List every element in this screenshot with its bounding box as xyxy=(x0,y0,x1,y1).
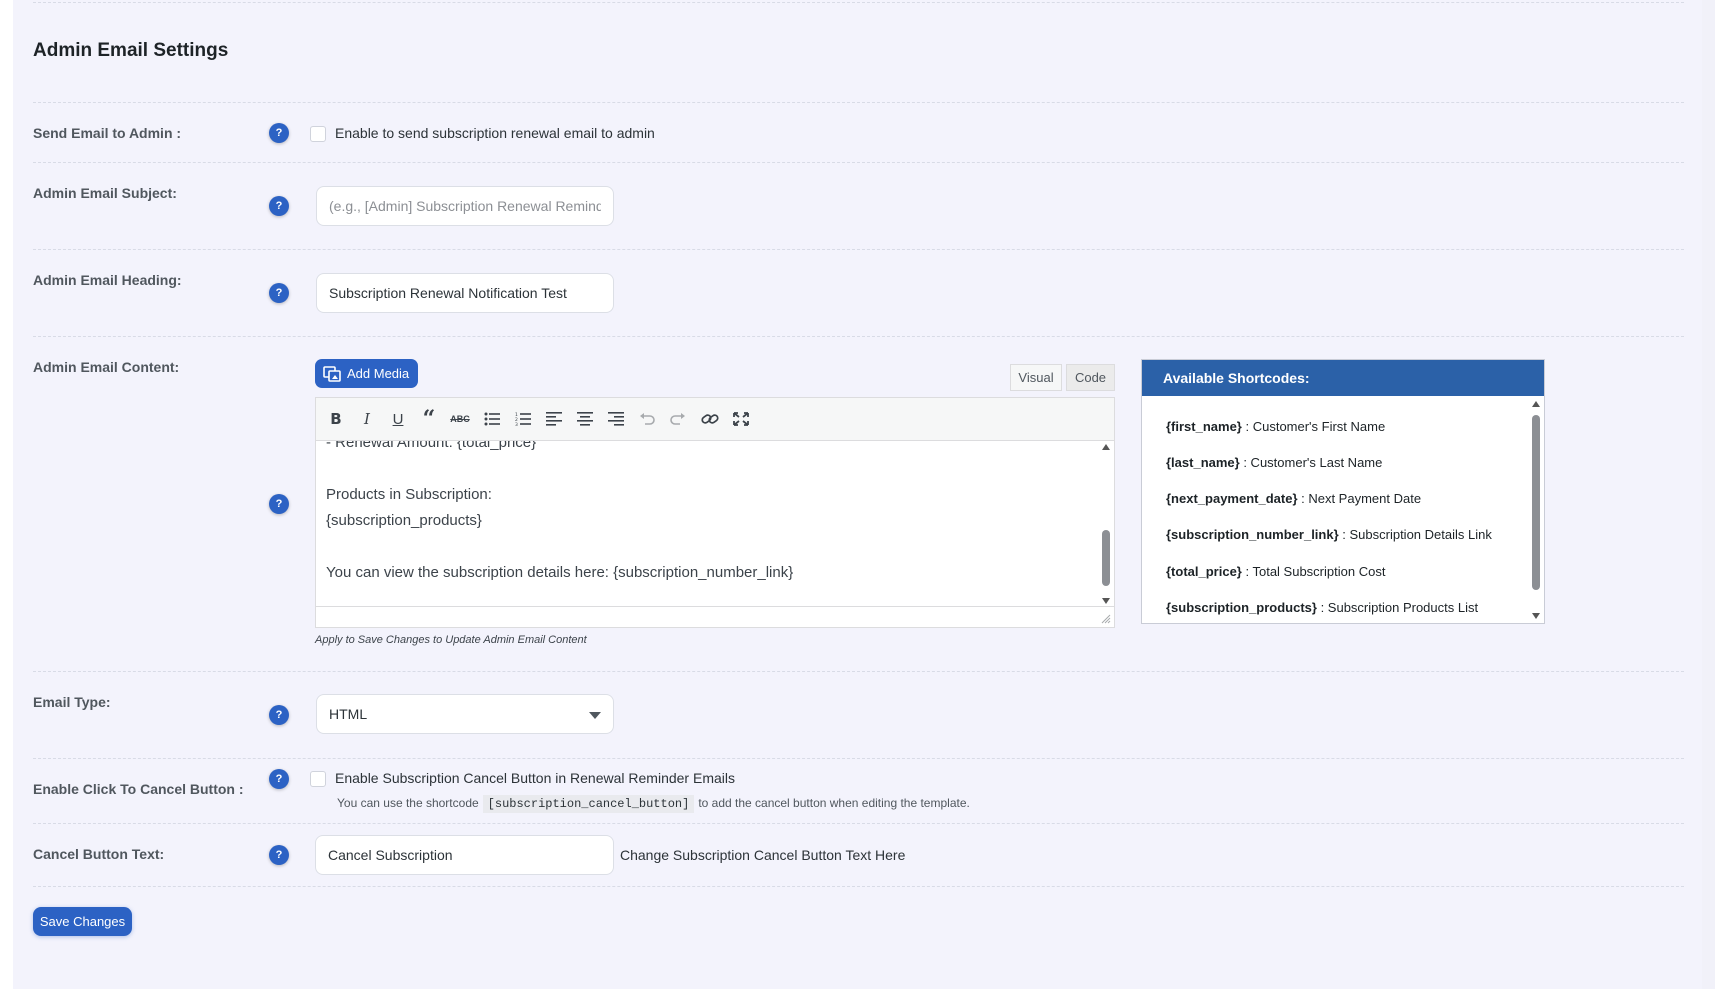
align-left-icon[interactable] xyxy=(541,406,567,432)
divider xyxy=(33,336,1684,337)
numbered-list-icon[interactable]: 123 xyxy=(510,406,536,432)
help-icon[interactable]: ? xyxy=(269,123,289,143)
bold-icon[interactable]: B xyxy=(323,406,349,432)
available-shortcodes-panel: Available Shortcodes: {first_name} : Cus… xyxy=(1141,359,1545,624)
cancel-shortcode-hint: You can use the shortcode [subscription_c… xyxy=(337,795,970,813)
shortcode-item: {subscription_products} : Subscription P… xyxy=(1166,600,1479,615)
email-content-editor[interactable]: B I U “ ABC 123 - Renewal Amount: {total… xyxy=(315,397,1115,628)
shortcode-item: {total_price} : Total Subscription Cost xyxy=(1166,564,1386,579)
tab-code[interactable]: Code xyxy=(1066,364,1115,391)
blockquote-icon[interactable]: “ xyxy=(416,406,442,432)
cancel-button-text-hint: Change Subscription Cancel Button Text H… xyxy=(620,847,906,863)
shortcode-item: {next_payment_date} : Next Payment Date xyxy=(1166,491,1422,506)
strikethrough-icon[interactable]: ABC xyxy=(447,406,473,432)
help-icon[interactable]: ? xyxy=(269,196,289,216)
divider xyxy=(33,823,1684,824)
editor-toolbar: B I U “ ABC 123 xyxy=(316,398,1114,441)
shortcode-item: {first_name} : Customer's First Name xyxy=(1166,419,1386,434)
divider xyxy=(33,886,1684,887)
editor-content-area[interactable]: - Renewal Amount: {total_price} Products… xyxy=(316,441,1098,607)
email-type-selected-value: HTML xyxy=(329,706,368,722)
shortcodes-scroll-thumb[interactable] xyxy=(1532,415,1540,590)
email-type-select[interactable]: HTML xyxy=(316,694,614,734)
editor-line: Products in Subscription: xyxy=(326,486,492,503)
divider xyxy=(33,249,1684,250)
send-email-checkbox[interactable] xyxy=(310,126,326,142)
send-email-label: Send Email to Admin : xyxy=(33,125,182,141)
admin-email-heading-label: Admin Email Heading: xyxy=(33,272,182,288)
help-icon[interactable]: ? xyxy=(269,494,289,514)
italic-icon[interactable]: I xyxy=(354,406,380,432)
tab-visual[interactable]: Visual xyxy=(1010,364,1062,391)
svg-text:3: 3 xyxy=(515,422,518,426)
cancel-button-text-label: Cancel Button Text: xyxy=(33,846,165,862)
enable-cancel-button-checkbox-label: Enable Subscription Cancel Button in Ren… xyxy=(335,770,735,786)
help-icon[interactable]: ? xyxy=(269,705,289,725)
scroll-up-icon[interactable] xyxy=(1102,444,1110,450)
bulleted-list-icon[interactable] xyxy=(479,406,505,432)
divider xyxy=(33,758,1684,759)
align-center-icon[interactable] xyxy=(572,406,598,432)
admin-email-subject-label: Admin Email Subject: xyxy=(33,185,177,201)
cancel-shortcode-code: [subscription_cancel_button] xyxy=(482,795,695,813)
help-icon[interactable]: ? xyxy=(269,283,289,303)
help-icon[interactable]: ? xyxy=(269,845,289,865)
section-title: Admin Email Settings xyxy=(33,40,229,61)
add-media-button[interactable]: Add Media xyxy=(315,359,418,388)
editor-scrollbar[interactable] xyxy=(1098,441,1114,607)
underline-icon[interactable]: U xyxy=(385,406,411,432)
link-icon[interactable] xyxy=(697,406,723,432)
divider xyxy=(33,162,1684,163)
admin-email-content-label: Admin Email Content: xyxy=(33,359,180,375)
page-left-strip xyxy=(0,0,13,989)
scroll-down-icon[interactable] xyxy=(1532,613,1540,619)
editor-scroll-thumb[interactable] xyxy=(1102,530,1110,586)
divider xyxy=(33,2,1684,3)
media-icon xyxy=(323,365,341,382)
editor-line: {subscription_products} xyxy=(326,512,482,529)
editor-line: - Renewal Amount: {total_price} xyxy=(326,441,537,451)
shortcode-item: {last_name} : Customer's Last Name xyxy=(1166,455,1383,470)
redo-icon[interactable] xyxy=(665,406,691,432)
content-save-note: Apply to Save Changes to Update Admin Em… xyxy=(315,634,587,646)
resize-handle-icon[interactable] xyxy=(1101,614,1111,624)
shortcode-item: {subscription_number_link} : Subscriptio… xyxy=(1166,527,1492,542)
scroll-up-icon[interactable] xyxy=(1532,401,1540,407)
editor-line: You can view the subscription details he… xyxy=(326,564,794,581)
save-changes-button[interactable]: Save Changes xyxy=(33,907,132,936)
divider xyxy=(33,102,1684,103)
editor-statusbar xyxy=(316,606,1114,627)
enable-cancel-button-checkbox[interactable] xyxy=(310,771,326,787)
undo-icon[interactable] xyxy=(634,406,660,432)
enable-cancel-button-label: Enable Click To Cancel Button : xyxy=(33,781,244,797)
send-email-checkbox-label: Enable to send subscription renewal emai… xyxy=(335,125,655,141)
email-type-label: Email Type: xyxy=(33,694,111,710)
align-right-icon[interactable] xyxy=(603,406,629,432)
scroll-down-icon[interactable] xyxy=(1102,598,1110,604)
chevron-down-icon xyxy=(589,712,601,719)
fullscreen-icon[interactable] xyxy=(728,406,754,432)
shortcodes-scrollbar[interactable] xyxy=(1528,397,1544,623)
help-icon[interactable]: ? xyxy=(269,769,289,789)
cancel-button-text-input[interactable] xyxy=(315,835,614,875)
add-media-label: Add Media xyxy=(347,366,410,381)
admin-email-subject-input[interactable] xyxy=(316,186,614,226)
shortcodes-title: Available Shortcodes: xyxy=(1142,360,1544,396)
divider xyxy=(33,671,1684,672)
admin-email-heading-input[interactable] xyxy=(316,273,614,313)
